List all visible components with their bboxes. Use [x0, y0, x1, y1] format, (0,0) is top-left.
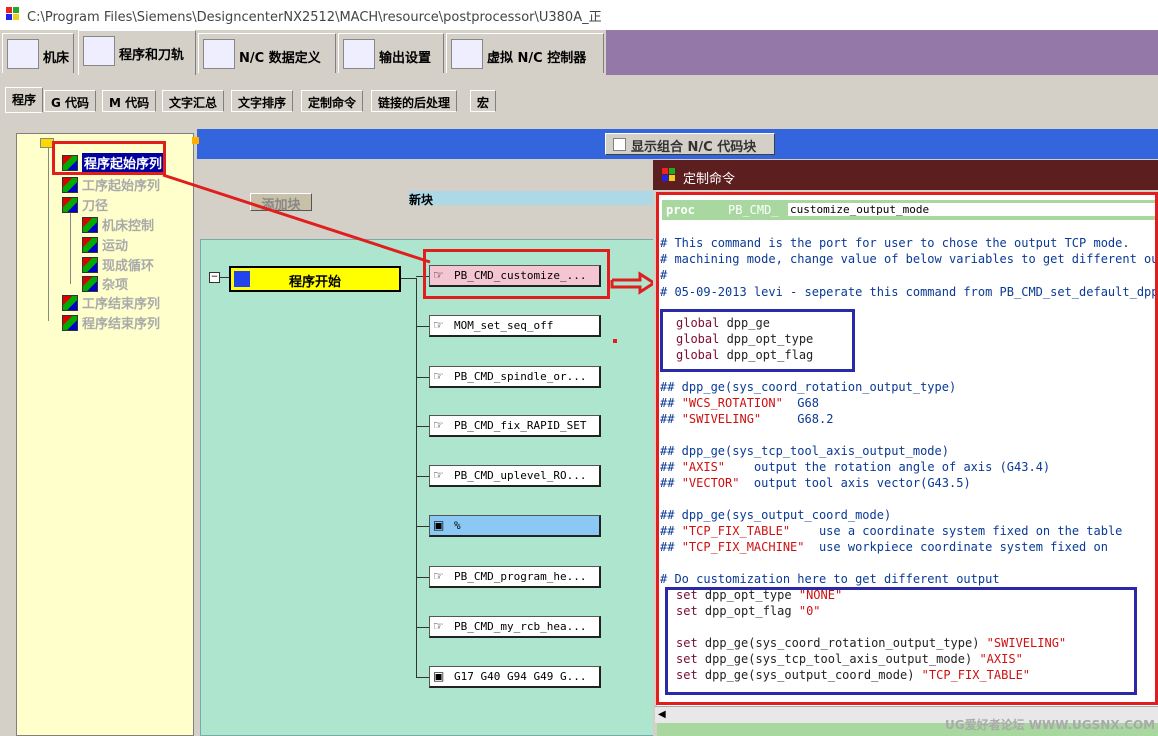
highlight-box: [656, 192, 1158, 705]
scroll-left-icon[interactable]: ◀: [658, 709, 666, 720]
app-icon: [662, 168, 676, 182]
custom-command-titlebar: 定制命令: [653, 160, 1158, 190]
watermark: UG爱好者论坛 WWW.UGSNX.COM: [945, 718, 1156, 732]
